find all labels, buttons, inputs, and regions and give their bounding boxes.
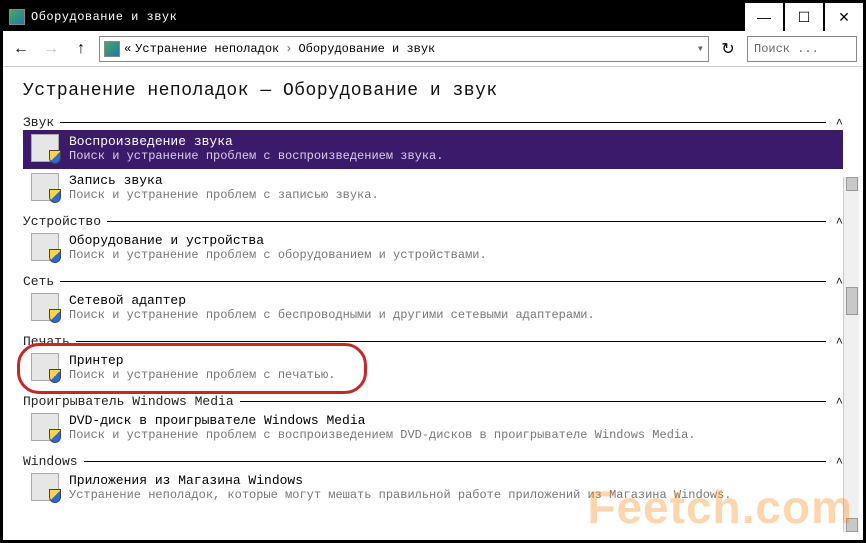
troubleshooter-desc: Поиск и устранение проблем с оборудовани… xyxy=(69,248,487,262)
group-header[interactable]: Windows ˄ xyxy=(23,454,843,469)
group: Сеть ˄ Сетевой адаптерПоиск и устранение п… xyxy=(23,274,843,328)
page-title: Устранение неполадок — Оборудование и зв… xyxy=(23,81,843,101)
troubleshooter-item[interactable]: Оборудование и устройстваПоиск и устране… xyxy=(23,229,843,268)
address-icon xyxy=(104,41,120,57)
troubleshooter-icon xyxy=(31,134,59,162)
breadcrumb-1[interactable]: Устранение неполадок xyxy=(135,42,279,56)
troubleshooter-desc: Поиск и устранение проблем с беспроводны… xyxy=(69,308,595,322)
troubleshooter-icon xyxy=(31,353,59,381)
troubleshooter-text: Воспроизведение звукаПоиск и устранение … xyxy=(69,134,443,163)
window-title: Оборудование и звук xyxy=(31,10,743,24)
troubleshooter-name: Сетевой адаптер xyxy=(69,293,595,308)
scroll-up-arrow[interactable] xyxy=(846,177,858,191)
group-header[interactable]: Печать ˄ xyxy=(23,334,843,349)
shield-icon xyxy=(49,189,61,203)
group-label: Звук xyxy=(23,115,54,130)
group-label: Сеть xyxy=(23,274,54,289)
group-divider xyxy=(84,461,826,462)
shield-icon xyxy=(49,309,61,323)
navbar: ← → ↑ « Устранение неполадок › Оборудова… xyxy=(3,31,863,67)
group-label: Проигрыватель Windows Media xyxy=(23,394,234,409)
chevron-up-icon[interactable]: ˄ xyxy=(836,335,843,349)
troubleshooter-icon xyxy=(31,473,59,501)
group-label: Печать xyxy=(23,334,70,349)
troubleshooter-text: Запись звукаПоиск и устранение проблем с… xyxy=(69,173,379,202)
troubleshooter-desc: Поиск и устранение проблем с воспроизвед… xyxy=(69,149,443,163)
chevron-up-icon[interactable]: ˄ xyxy=(836,275,843,289)
troubleshooter-desc: Поиск и устранение проблем с воспроизвед… xyxy=(69,428,696,442)
troubleshooter-icon xyxy=(31,413,59,441)
troubleshooter-desc: Поиск и устранение проблем с записью зву… xyxy=(69,188,379,202)
group: Звук˄Воспроизведение звукаПоиск и устран… xyxy=(23,115,843,208)
close-button[interactable]: ✕ xyxy=(823,3,863,31)
address-bar[interactable]: « Устранение неполадок › Оборудование и … xyxy=(99,36,709,62)
titlebar: Оборудование и звук — ☐ ✕ xyxy=(3,3,863,31)
address-dropdown-icon[interactable]: ▾ xyxy=(697,41,704,56)
group: Windows ˄ Приложения из Магазина WindowsУс… xyxy=(23,454,843,508)
troubleshooter-icon xyxy=(31,173,59,201)
breadcrumb-2[interactable]: Оборудование и звук xyxy=(298,42,435,56)
group-divider xyxy=(240,401,826,402)
troubleshooter-name: Воспроизведение звука xyxy=(69,134,443,149)
group-divider xyxy=(76,341,826,342)
shield-icon xyxy=(49,489,61,503)
troubleshooter-text: Приложения из Магазина WindowsУстранение… xyxy=(69,473,732,502)
troubleshooter-item[interactable]: Приложения из Магазина WindowsУстранение… xyxy=(23,469,843,508)
vertical-scrollbar[interactable] xyxy=(843,177,859,532)
scroll-down-arrow[interactable] xyxy=(846,518,858,532)
group-label: Windows xyxy=(23,454,78,469)
group-header[interactable]: Проигрыватель Windows Media ˄ xyxy=(23,394,843,409)
content-area: Устранение неполадок — Оборудование и зв… xyxy=(3,67,863,540)
back-button[interactable]: ← xyxy=(9,37,33,61)
troubleshooter-text: Оборудование и устройстваПоиск и устране… xyxy=(69,233,487,262)
troubleshooter-item[interactable]: ПринтерПоиск и устранение проблем с печа… xyxy=(23,349,843,388)
troubleshooter-icon xyxy=(31,293,59,321)
group: Проигрыватель Windows Media ˄ DVD-диск в п… xyxy=(23,394,843,448)
troubleshooter-name: DVD-диск в проигрывателе Windows Media xyxy=(69,413,696,428)
breadcrumb-sep: › xyxy=(285,42,292,56)
group: Печать ˄ ПринтерПоиск и устранение проблем… xyxy=(23,334,843,388)
group-divider xyxy=(60,281,826,282)
minimize-button[interactable]: — xyxy=(743,3,783,31)
shield-icon xyxy=(49,249,61,263)
chevron-up-icon[interactable]: ˄ xyxy=(836,455,843,469)
group-label: Устройство xyxy=(23,214,101,229)
chevron-up-icon[interactable]: ˄ xyxy=(836,116,843,130)
troubleshooter-desc: Поиск и устранение проблем с печатью. xyxy=(69,368,335,382)
troubleshooter-item[interactable]: DVD-диск в проигрывателе Windows MediaПо… xyxy=(23,409,843,448)
search-placeholder: Поиск ... xyxy=(754,42,819,56)
shield-icon xyxy=(49,429,61,443)
shield-icon xyxy=(49,150,61,164)
group-header[interactable]: Устройство ˄ xyxy=(23,214,843,229)
troubleshooter-text: DVD-диск в проигрывателе Windows MediaПо… xyxy=(69,413,696,442)
app-icon xyxy=(9,9,25,25)
troubleshooter-text: Сетевой адаптерПоиск и устранение пробле… xyxy=(69,293,595,322)
troubleshooter-item[interactable]: Запись звукаПоиск и устранение проблем с… xyxy=(23,169,843,208)
group-header[interactable]: Сеть ˄ xyxy=(23,274,843,289)
breadcrumb-prefix: « xyxy=(124,42,131,56)
forward-button[interactable]: → xyxy=(39,37,63,61)
group-header[interactable]: Звук ˄ xyxy=(23,115,843,130)
troubleshooter-name: Приложения из Магазина Windows xyxy=(69,473,732,488)
maximize-button[interactable]: ☐ xyxy=(783,3,823,31)
troubleshooter-name: Запись звука xyxy=(69,173,379,188)
shield-icon xyxy=(49,369,61,383)
group: Устройство ˄ Оборудование и устройстваПоис… xyxy=(23,214,843,268)
troubleshooter-item[interactable]: Сетевой адаптерПоиск и устранение пробле… xyxy=(23,289,843,328)
troubleshooter-desc: Устранение неполадок, которые могут меша… xyxy=(69,488,732,502)
up-button[interactable]: ↑ xyxy=(69,37,93,61)
troubleshooter-name: Оборудование и устройства xyxy=(69,233,487,248)
troubleshooter-text: ПринтерПоиск и устранение проблем с печа… xyxy=(69,353,335,382)
scroll-thumb[interactable] xyxy=(846,287,858,315)
refresh-button[interactable]: ↻ xyxy=(715,36,741,62)
troubleshooter-name: Принтер xyxy=(69,353,335,368)
troubleshooter-item[interactable]: Воспроизведение звукаПоиск и устранение … xyxy=(23,130,843,169)
chevron-up-icon[interactable]: ˄ xyxy=(836,215,843,229)
group-divider xyxy=(60,122,826,123)
search-input[interactable]: Поиск ... xyxy=(747,36,857,62)
group-divider xyxy=(107,221,826,222)
window-buttons: — ☐ ✕ xyxy=(743,3,863,31)
troubleshooter-icon xyxy=(31,233,59,261)
chevron-up-icon[interactable]: ˄ xyxy=(836,395,843,409)
